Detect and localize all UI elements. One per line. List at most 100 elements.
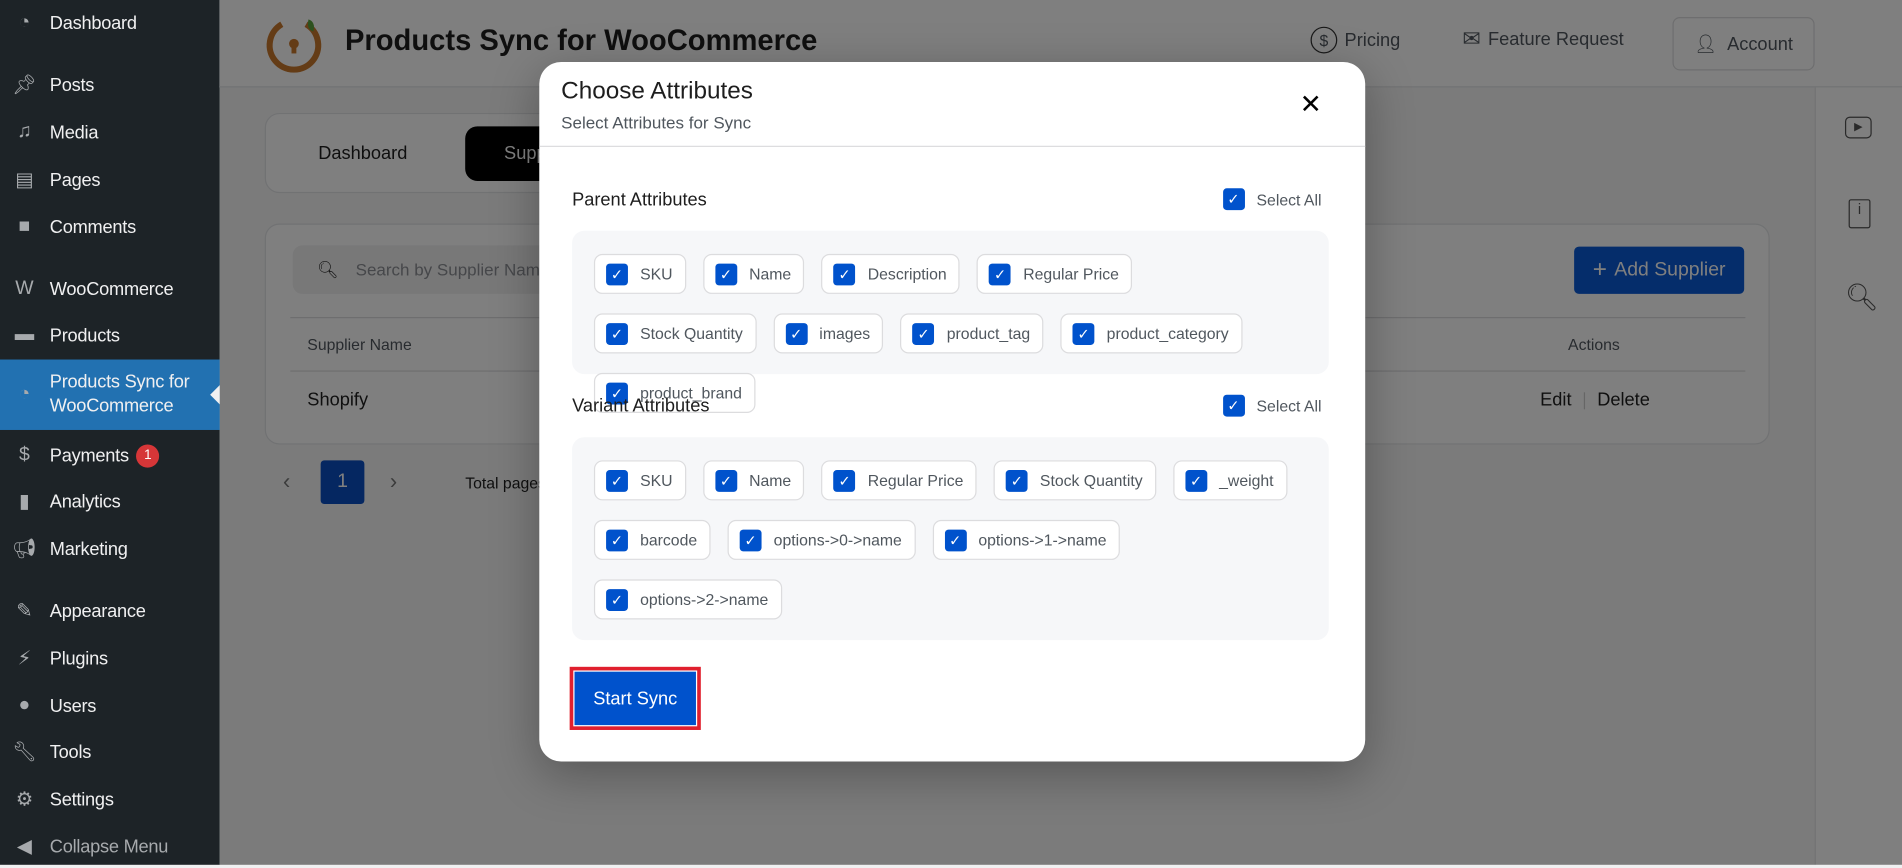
sidebar-item-marketing[interactable]: 📢︎ Marketing bbox=[0, 527, 220, 571]
sidebar-item-settings[interactable]: ⚙︎ Settings bbox=[0, 777, 220, 821]
attribute-chip[interactable]: ✓ Stock Quantity bbox=[593, 313, 757, 354]
attribute-label: Name bbox=[749, 471, 792, 490]
sidebar-item-collapse-menu[interactable]: ◀ Collapse Menu bbox=[0, 825, 220, 868]
attribute-chip[interactable]: ✓ Regular Price bbox=[977, 253, 1133, 294]
variant-select-all[interactable]: ✓ Select All bbox=[1222, 394, 1321, 417]
sidebar-item-pages[interactable]: ▤ Pages bbox=[0, 158, 220, 202]
sliders-icon: ⚙︎ bbox=[15, 789, 33, 811]
checkbox-checked-icon[interactable]: ✓ bbox=[715, 262, 737, 285]
sidebar-item-label: Tools bbox=[49, 741, 92, 763]
sidebar-item-woocommerce[interactable]: W WooCommerce bbox=[0, 267, 220, 311]
sidebar-item-tools[interactable]: 🔧︎ Tools bbox=[0, 730, 220, 774]
sidebar-item-plugins[interactable]: ⚡︎ Plugins bbox=[0, 636, 220, 680]
attribute-chip[interactable]: ✓ product_category bbox=[1060, 313, 1243, 354]
comment-icon: ■ bbox=[18, 216, 31, 237]
checkbox-checked-icon[interactable]: ✓ bbox=[715, 469, 737, 492]
sidebar-item-posts[interactable]: 📌︎ Posts bbox=[0, 63, 220, 107]
attribute-chip[interactable]: ✓ Name bbox=[702, 253, 805, 294]
checkbox-checked-icon[interactable]: ✓ bbox=[785, 322, 808, 345]
sidebar-item-analytics[interactable]: ▮ Analytics bbox=[0, 480, 220, 524]
attribute-chip[interactable]: ✓ SKU bbox=[593, 460, 686, 501]
checkbox-checked-icon[interactable]: ✓ bbox=[606, 588, 628, 611]
attribute-label: options->2->name bbox=[640, 590, 769, 609]
pages-icon: ▤ bbox=[15, 170, 34, 191]
attribute-chip[interactable]: ✓ options->2->name bbox=[593, 579, 782, 620]
dashboard-icon: ◔ bbox=[18, 12, 31, 33]
sidebar-item-label: Marketing bbox=[49, 538, 128, 560]
attribute-chip[interactable]: ✓ images bbox=[773, 313, 884, 354]
sidebar-item-label: Analytics bbox=[49, 491, 121, 512]
current-indicator bbox=[210, 385, 220, 405]
sidebar-item-label: Posts bbox=[49, 74, 95, 96]
attribute-chip[interactable]: ✓ barcode bbox=[593, 519, 711, 560]
plug-icon: ⚡︎ bbox=[17, 648, 32, 670]
sidebar-item-products[interactable]: ▬ Products bbox=[0, 313, 220, 357]
attribute-chip[interactable]: ✓ _weight bbox=[1172, 460, 1287, 501]
select-all-label: Select All bbox=[1256, 190, 1322, 209]
attribute-label: product_category bbox=[1106, 324, 1229, 343]
checkbox-checked-icon[interactable]: ✓ bbox=[944, 528, 967, 551]
checkbox-checked-icon[interactable]: ✓ bbox=[1072, 322, 1095, 345]
sidebar-item-label: Products Sync for WooCommerce bbox=[49, 371, 190, 417]
attribute-label: images bbox=[819, 324, 871, 343]
sidebar-item-payments[interactable]: $ Payments 1 bbox=[0, 434, 220, 478]
attribute-label: product_tag bbox=[946, 324, 1031, 343]
wrench-icon: 🔧︎ bbox=[12, 742, 37, 763]
sidebar-item-label: Comments bbox=[49, 216, 136, 238]
sidebar-item-label: Dashboard bbox=[49, 12, 137, 34]
checkbox-checked-icon[interactable]: ✓ bbox=[912, 322, 935, 345]
megaphone-icon: 📢︎ bbox=[12, 539, 37, 560]
checkbox-checked-icon[interactable]: ✓ bbox=[739, 528, 762, 551]
pin-icon: 📌︎ bbox=[12, 75, 37, 96]
admin-sidebar: ◔ Dashboard 📌︎ Posts ♫ Media ▤ Pages ■ Comments W W… bbox=[0, 0, 220, 865]
sidebar-item-label: Appearance bbox=[49, 600, 146, 622]
sidebar-item-users[interactable]: ● Users bbox=[0, 684, 220, 728]
sidebar-item-label: Users bbox=[49, 695, 97, 717]
checkbox-checked-icon[interactable]: ✓ bbox=[1222, 394, 1245, 417]
checkbox-checked-icon[interactable]: ✓ bbox=[989, 262, 1012, 285]
checkbox-checked-icon[interactable]: ✓ bbox=[1185, 469, 1207, 492]
sync-logo-icon: ◔ bbox=[18, 383, 31, 405]
modal-subtitle: Select Attributes for Sync bbox=[561, 112, 752, 133]
attribute-chip[interactable]: ✓ product_tag bbox=[900, 313, 1044, 354]
attribute-chip[interactable]: ✓ SKU bbox=[593, 253, 686, 294]
modal-title: Choose Attributes bbox=[561, 77, 753, 105]
attribute-chip[interactable]: ✓ Name bbox=[702, 460, 805, 501]
start-sync-highlight: Start Sync bbox=[569, 666, 701, 730]
parent-attributes-panel: ✓ SKU ✓ Name ✓ Description ✓ Regular Price ✓ Stoc… bbox=[572, 230, 1329, 413]
sidebar-item-media[interactable]: ♫ Media bbox=[0, 111, 220, 155]
attribute-chip[interactable]: ✓ Description bbox=[821, 253, 961, 294]
checkbox-checked-icon[interactable]: ✓ bbox=[1222, 188, 1245, 211]
attribute-label: Regular Price bbox=[867, 471, 964, 490]
sidebar-item-appearance[interactable]: ✎ Appearance bbox=[0, 589, 220, 633]
attribute-chip[interactable]: ✓ Regular Price bbox=[821, 460, 977, 501]
attribute-label: Description bbox=[867, 264, 947, 284]
attribute-label: Stock Quantity bbox=[1039, 471, 1143, 490]
parent-select-all[interactable]: ✓ Select All bbox=[1222, 188, 1322, 211]
attribute-label: _weight bbox=[1219, 471, 1274, 490]
close-icon[interactable]: ✕ bbox=[1300, 89, 1322, 121]
attribute-chip[interactable]: ✓ options->0->name bbox=[727, 519, 916, 560]
sidebar-item-products-sync-for-woocommerce[interactable]: ◔ Products Sync for WooCommerce bbox=[0, 359, 220, 430]
attribute-label: Name bbox=[749, 264, 792, 284]
sidebar-item-label: Collapse Menu bbox=[49, 836, 169, 857]
dollar-icon: $ bbox=[18, 444, 30, 466]
attribute-chip[interactable]: ✓ Stock Quantity bbox=[993, 460, 1156, 501]
brush-icon: ✎ bbox=[16, 601, 33, 622]
checkbox-checked-icon[interactable]: ✓ bbox=[833, 262, 856, 285]
archive-icon: ▬ bbox=[14, 324, 34, 345]
variant-attributes-panel: ✓ SKU ✓ Name ✓ Regular Price ✓ Stock Quantity ✓ _… bbox=[572, 437, 1329, 641]
media-icon: ♫ bbox=[17, 121, 32, 143]
sidebar-item-dashboard[interactable]: ◔ Dashboard bbox=[0, 1, 220, 45]
checkbox-checked-icon[interactable]: ✓ bbox=[606, 528, 628, 551]
checkbox-checked-icon[interactable]: ✓ bbox=[1005, 469, 1028, 492]
checkbox-checked-icon[interactable]: ✓ bbox=[606, 469, 628, 492]
attribute-chip[interactable]: ✓ options->1->name bbox=[932, 519, 1120, 560]
sidebar-item-label: Media bbox=[49, 122, 99, 143]
checkbox-checked-icon[interactable]: ✓ bbox=[606, 322, 628, 345]
sidebar-item-comments[interactable]: ■ Comments bbox=[0, 205, 220, 249]
checkbox-checked-icon[interactable]: ✓ bbox=[833, 469, 856, 492]
checkbox-checked-icon[interactable]: ✓ bbox=[606, 262, 628, 285]
parent-attributes-title: Parent Attributes bbox=[572, 189, 707, 211]
start-sync-button[interactable]: Start Sync bbox=[574, 671, 696, 726]
